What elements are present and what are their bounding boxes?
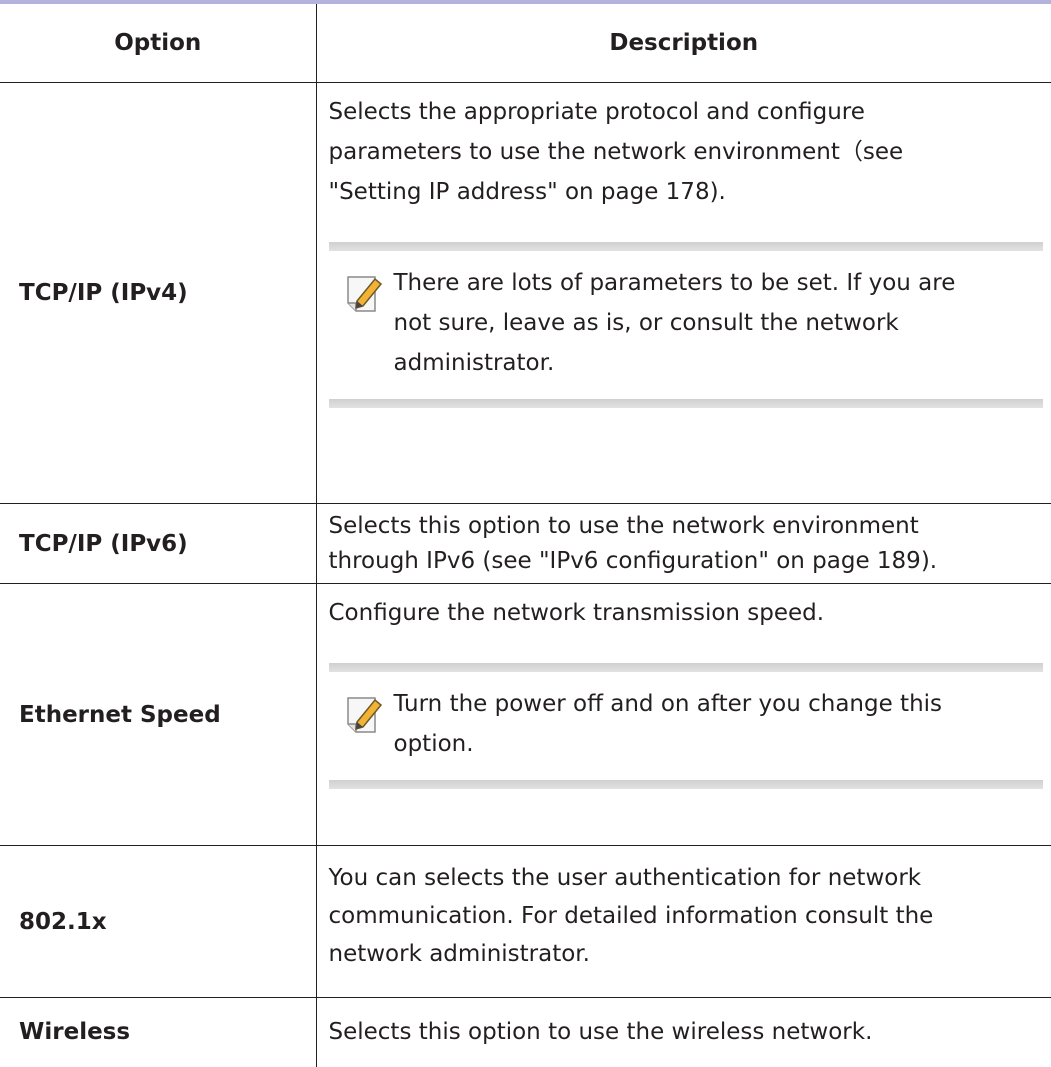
note-line: There are lots of parameters to be set. … — [393, 270, 956, 296]
description-line: network administrator. — [328, 941, 590, 967]
options-table: Option Description TCP/IP (IPv4) Selects… — [0, 4, 1051, 1067]
option-name: Ethernet Speed — [0, 583, 317, 846]
note-body: Turn the power off and on after you chan… — [329, 672, 1044, 780]
description-line: Selects this option to use the wireless … — [328, 1019, 873, 1046]
option-name: TCP/IP (IPv4) — [0, 82, 317, 504]
note-bottom-bar — [328, 399, 1043, 408]
note-bottom-bar — [328, 780, 1043, 789]
option-description: You can selects the user authentication … — [316, 845, 1051, 998]
note-line: option. — [393, 731, 474, 757]
option-description: Selects the appropriate protocol and con… — [316, 82, 1051, 504]
description-line: You can selects the user authentication … — [328, 865, 922, 891]
description-line: Selects this option to use the network e… — [328, 512, 919, 539]
option-name: 802.1x — [0, 845, 317, 998]
note-body: There are lots of parameters to be set. … — [329, 251, 1044, 399]
option-description: Configure the network transmission speed… — [316, 583, 1051, 846]
note-top-bar — [328, 663, 1043, 672]
note-box: There are lots of parameters to be set. … — [328, 242, 1044, 408]
page: Option Description TCP/IP (IPv4) Selects… — [0, 0, 1051, 1067]
table-row: Wireless Selects this option to use the … — [0, 997, 1051, 1067]
description-line: "Setting IP address" on page 178). — [328, 179, 726, 205]
table-row: TCP/IP (IPv4) Selects the appropriate pr… — [0, 82, 1051, 504]
option-name: TCP/IP (IPv6) — [0, 503, 317, 584]
header-description: Description — [316, 4, 1051, 83]
description-line: communication. For detailed information … — [328, 903, 934, 929]
note-line: administrator. — [393, 350, 555, 376]
header-option: Option — [0, 4, 317, 83]
option-description: Selects this option to use the wireless … — [316, 998, 1051, 1067]
table-row: 802.1x You can selects the user authenti… — [0, 845, 1051, 998]
note-pencil-icon — [346, 697, 382, 733]
table-row: Ethernet Speed Configure the network tra… — [0, 583, 1051, 846]
option-description: Selects this option to use the network e… — [316, 503, 1051, 584]
note-top-bar — [328, 242, 1043, 251]
description-line: through IPv6 (see "IPv6 configuration" o… — [328, 547, 938, 574]
description-line: parameters to use the network environmen… — [328, 139, 904, 165]
option-name: Wireless — [0, 997, 317, 1067]
table-row: TCP/IP (IPv6) Selects this option to use… — [0, 503, 1051, 584]
note-box: Turn the power off and on after you chan… — [328, 663, 1044, 789]
note-line: Turn the power off and on after you chan… — [393, 691, 943, 717]
table-header-row: Option Description — [0, 4, 1051, 83]
description-line: Configure the network transmission speed… — [328, 600, 825, 626]
note-pencil-icon — [346, 276, 382, 312]
note-line: not sure, leave as is, or consult the ne… — [393, 310, 899, 336]
description-line: Selects the appropriate protocol and con… — [328, 99, 865, 125]
